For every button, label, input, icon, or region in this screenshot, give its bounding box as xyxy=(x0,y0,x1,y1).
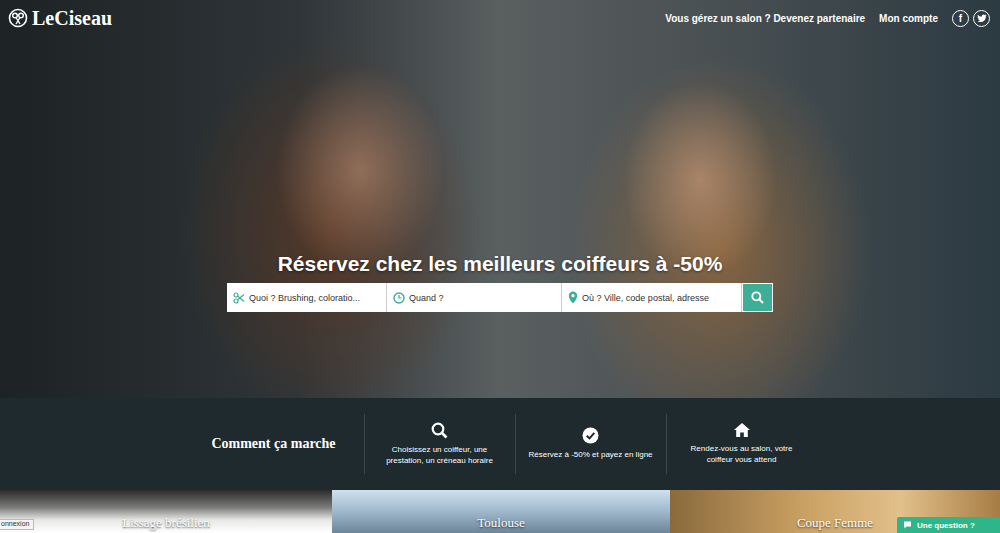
check-circle-icon xyxy=(582,427,599,444)
category-card[interactable]: Lissage brésilien xyxy=(0,490,332,533)
chat-label[interactable]: Une question ? xyxy=(917,521,975,530)
how-it-works: Comment ça marche Choisissez un coiffeur,… xyxy=(0,398,1000,490)
category-title[interactable]: Coupe Femme xyxy=(797,515,873,531)
step-text: Choisissez un coiffeur, une prestation, … xyxy=(375,445,505,467)
partner-link[interactable]: Vous gérez un salon ? Devenez partenaire xyxy=(665,13,865,24)
date-field[interactable] xyxy=(387,283,562,312)
hero-banner: LeCiseau Vous gérez un salon ? Devenez pa… xyxy=(0,0,1000,398)
search-bar xyxy=(227,283,773,312)
location-pin-icon xyxy=(568,291,578,304)
how-it-works-title: Comment ça marche xyxy=(194,436,354,452)
category-cards: Lissage brésilien Toulouse Coupe Femme xyxy=(0,490,1000,533)
category-title[interactable]: Toulouse xyxy=(477,515,524,531)
headline: Réservez chez les meilleurs coiffeurs à … xyxy=(278,252,723,276)
service-field-input[interactable] xyxy=(249,293,382,303)
logo[interactable]: LeCiseau xyxy=(8,7,112,30)
login-tab-label[interactable]: onnexion xyxy=(1,520,29,527)
top-nav: LeCiseau Vous gérez un salon ? Devenez pa… xyxy=(0,0,1000,31)
category-card[interactable]: Toulouse xyxy=(332,490,670,533)
account-link[interactable]: Mon compte xyxy=(879,13,938,24)
chat-bubble-icon[interactable] xyxy=(903,521,912,529)
scissors-logo-icon xyxy=(8,8,28,28)
step: Choisissez un coiffeur, une prestation, … xyxy=(364,414,515,474)
service-field[interactable] xyxy=(227,283,387,312)
category-title[interactable]: Lissage brésilien xyxy=(122,515,210,531)
step-text: Réservez à -50% et payez en ligne xyxy=(526,450,656,461)
home-icon xyxy=(733,422,751,438)
location-field-input[interactable] xyxy=(582,293,737,303)
step: Réservez à -50% et payez en ligne xyxy=(515,414,666,474)
nav-links: Vous gérez un salon ? Devenez partenaire… xyxy=(665,10,990,27)
scissors-icon xyxy=(233,292,245,304)
location-field[interactable] xyxy=(562,283,742,312)
step-text: Rendez-vous au salon, votre coiffeur vou… xyxy=(677,444,807,466)
clock-icon xyxy=(393,292,405,304)
search-icon xyxy=(431,422,448,439)
facebook-icon[interactable]: f xyxy=(952,10,969,27)
how-it-works-title-cell: Comment ça marche xyxy=(184,414,364,474)
step: Rendez-vous au salon, votre coiffeur vou… xyxy=(666,414,817,474)
chat-button[interactable]: Une question ? xyxy=(897,517,1000,533)
search-icon xyxy=(751,291,764,304)
twitter-icon[interactable] xyxy=(973,10,990,27)
search-button[interactable] xyxy=(742,283,773,312)
social-links: f xyxy=(952,10,990,27)
login-tab[interactable]: onnexion xyxy=(0,519,34,530)
logo-text[interactable]: LeCiseau xyxy=(32,7,112,30)
date-field-input[interactable] xyxy=(409,293,557,303)
